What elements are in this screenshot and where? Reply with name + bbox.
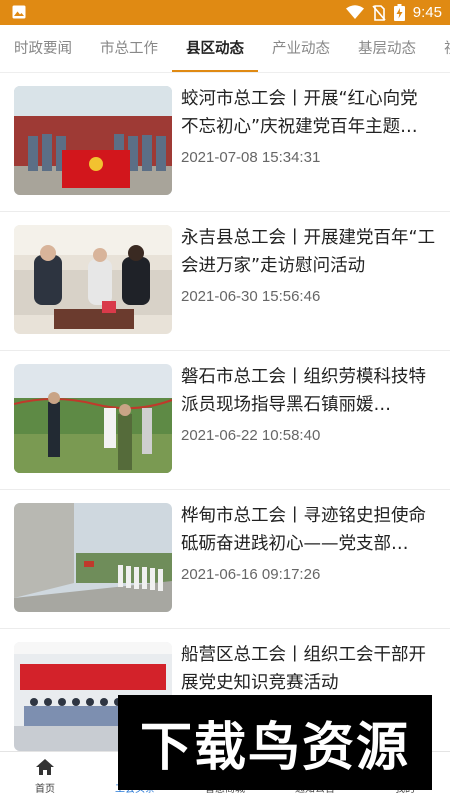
category-tabs: 时政要闻 市总工作 县区动态 产业动态 基层动态 视 — [0, 25, 450, 73]
news-thumbnail — [14, 364, 172, 473]
home-icon — [36, 759, 54, 775]
news-item[interactable]: 桦甸市总工会丨寻迹铭史担使命 砥砺奋进践初心——党支部… 2021-06-16 … — [0, 490, 450, 629]
news-title: 桦甸市总工会丨寻迹铭史担使命 砥砺奋进践初心——党支部… — [181, 506, 426, 554]
tab-video[interactable]: 视 — [430, 25, 450, 72]
wifi-icon — [345, 5, 364, 19]
news-date: 2021-07-08 15:34:31 — [181, 149, 321, 166]
news-title: 永吉县总工会丨开展建党百年“工会进万家”走访慰问活动 — [181, 228, 436, 276]
status-time: 9:45 — [412, 4, 442, 21]
news-date: 2021-06-22 10:58:40 — [181, 427, 321, 444]
tab-county-news[interactable]: 县区动态 — [172, 25, 258, 72]
nav-home[interactable]: 首页 — [0, 752, 90, 800]
news-thumbnail — [14, 503, 172, 612]
nav-home-label: 首页 — [35, 784, 55, 795]
watermark-text: 下载鸟资源 — [139, 718, 410, 778]
news-item[interactable]: 永吉县总工会丨开展建党百年“工会进万家”走访慰问活动 2021-06-30 15… — [0, 212, 450, 351]
news-title: 磐石市总工会丨组织劳模科技特派员现场指导黑石镇丽媛… — [181, 367, 426, 415]
news-date: 2021-06-16 09:17:26 — [181, 566, 321, 583]
news-thumbnail — [14, 86, 172, 195]
watermark-banner: 下载鸟资源 — [118, 695, 432, 790]
image-icon — [12, 5, 26, 19]
news-list: 蛟河市总工会丨开展“红心向党 不忘初心”庆祝建党百年主题… 2021-07-08… — [0, 73, 450, 751]
tab-grassroots[interactable]: 基层动态 — [344, 25, 430, 72]
news-title: 蛟河市总工会丨开展“红心向党 不忘初心”庆祝建党百年主题… — [181, 89, 418, 137]
tab-industry[interactable]: 产业动态 — [258, 25, 344, 72]
tab-city-work[interactable]: 市总工作 — [86, 25, 172, 72]
status-bar: 9:45 — [0, 0, 450, 25]
no-sim-icon — [372, 4, 386, 21]
news-item[interactable]: 磐石市总工会丨组织劳模科技特派员现场指导黑石镇丽媛… 2021-06-22 10… — [0, 351, 450, 490]
news-thumbnail — [14, 225, 172, 334]
news-title: 船营区总工会丨组织工会干部开展党史知识竞赛活动 — [181, 645, 426, 693]
news-date: 2021-06-30 15:56:46 — [181, 288, 321, 305]
tab-politics[interactable]: 时政要闻 — [0, 25, 86, 72]
news-item[interactable]: 蛟河市总工会丨开展“红心向党 不忘初心”庆祝建党百年主题… 2021-07-08… — [0, 73, 450, 212]
battery-charging-icon — [393, 4, 405, 21]
